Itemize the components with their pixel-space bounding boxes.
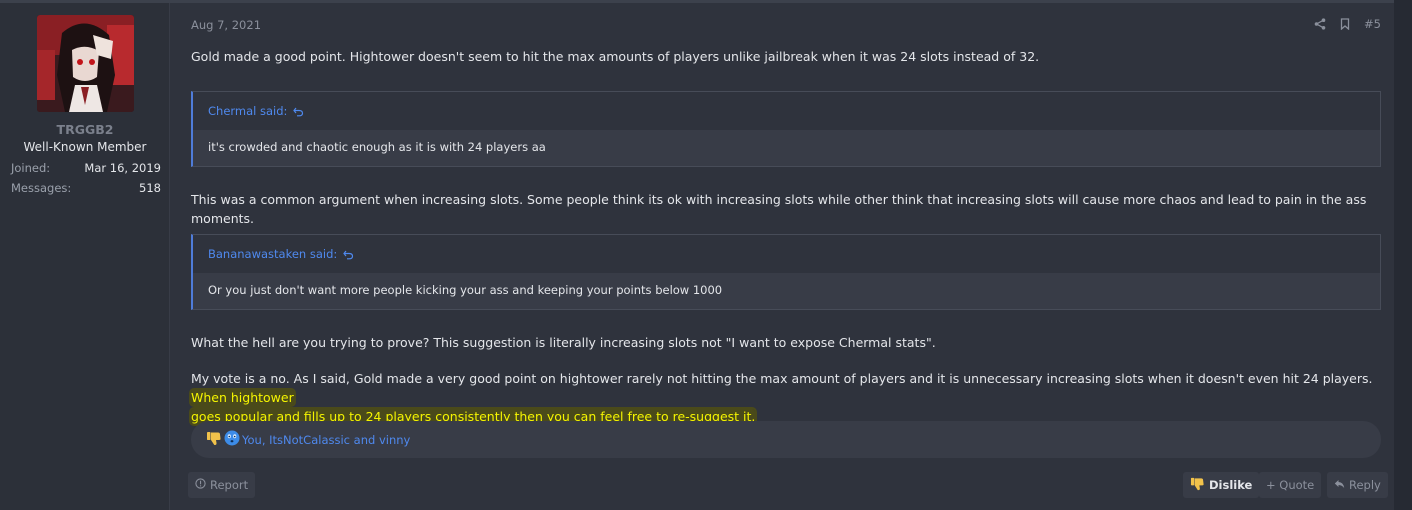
quote-block-2: Bananawastaken said: Or you just don't w… <box>191 234 1381 310</box>
quote-block-1: Chermal said: it's crowded and chaotic e… <box>191 91 1381 167</box>
messages-value: 518 <box>139 181 161 195</box>
smiley-icon <box>224 430 240 449</box>
highlighted-text-1: When hightower <box>191 390 294 405</box>
quote-author-2[interactable]: Bananawastaken said: <box>208 247 337 261</box>
reaction-users[interactable]: You, ItsNotCalassic and vinny <box>242 433 410 447</box>
thumbs-down-icon <box>1190 477 1205 494</box>
quote-label: + Quote <box>1266 478 1315 492</box>
messages-row: Messages: 518 <box>11 181 161 195</box>
joined-row: Joined: Mar 16, 2019 <box>11 161 161 175</box>
user-info-panel: TRGGB2 Well-Known Member Joined: Mar 16,… <box>0 3 170 510</box>
post-paragraph-2: This was a common argument when increasi… <box>191 192 1367 226</box>
reply-label: Reply <box>1349 478 1381 492</box>
bookmark-icon[interactable] <box>1340 18 1350 30</box>
post-date[interactable]: Aug 7, 2021 <box>191 18 261 32</box>
post-paragraph-4: My vote is a no. As I said, Gold made a … <box>191 369 1381 426</box>
joined-label: Joined: <box>11 161 51 175</box>
avatar[interactable] <box>37 15 134 112</box>
user-title: Well-Known Member <box>23 140 147 154</box>
paragraph-4-text: My vote is a no. As I said, Gold made a … <box>191 371 1373 386</box>
post-actions: #5 <box>1300 17 1381 31</box>
dislike-button[interactable]: Dislike <box>1183 472 1260 498</box>
thumbs-down-icon <box>206 431 222 449</box>
report-button[interactable]: Report <box>188 472 256 498</box>
share-icon[interactable] <box>1314 18 1326 30</box>
page-scroll-gutter <box>1394 0 1412 510</box>
reply-arrow-icon[interactable] <box>293 104 304 120</box>
quote-author-1[interactable]: Chermal said: <box>208 104 287 118</box>
reply-icon <box>1334 478 1345 492</box>
report-icon <box>195 478 206 492</box>
dislike-label: Dislike <box>1209 478 1253 492</box>
quote-text-2: Or you just don't want more people kicki… <box>193 273 1380 309</box>
post-paragraph-3: What the hell are you trying to prove? T… <box>191 335 936 350</box>
messages-label: Messages: <box>11 181 72 195</box>
reply-button[interactable]: Reply <box>1327 472 1388 498</box>
reply-arrow-icon[interactable] <box>343 247 354 263</box>
post-paragraph-1: Gold made a good point. Hightower doesn'… <box>191 49 1040 64</box>
post-number[interactable]: #5 <box>1364 17 1381 31</box>
quote-text-1: it's crowded and chaotic enough as it is… <box>193 130 1380 166</box>
report-label: Report <box>210 478 249 492</box>
joined-value: Mar 16, 2019 <box>84 161 161 175</box>
username[interactable]: TRGGB2 <box>0 122 170 137</box>
quote-button[interactable]: + Quote <box>1259 472 1322 498</box>
reactions-bar[interactable]: You, ItsNotCalassic and vinny <box>191 421 1381 458</box>
forum-post: TRGGB2 Well-Known Member Joined: Mar 16,… <box>0 3 1394 510</box>
